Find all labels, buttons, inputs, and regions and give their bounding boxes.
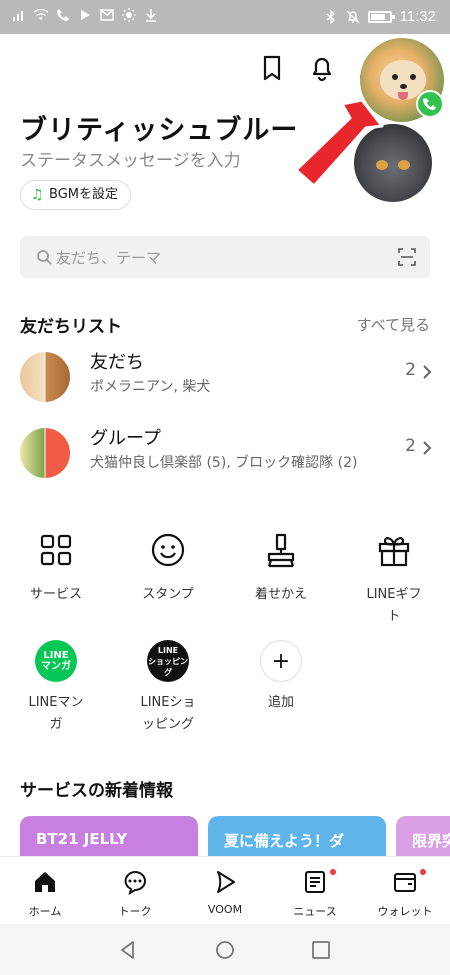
news-card-title: 限界突: [412, 832, 450, 850]
system-nav-bar: [0, 924, 450, 975]
play-icon: [81, 10, 90, 20]
service-label: LINEギフト: [366, 587, 422, 624]
status-icons-left: [12, 8, 158, 22]
home-nav-icon[interactable]: [215, 940, 235, 960]
service-label: スタンプ: [142, 587, 194, 602]
search-icon: [37, 250, 52, 265]
notification-dot: [330, 869, 336, 875]
groups-thumbnail: [20, 428, 70, 478]
news-card[interactable]: 限界突: [396, 816, 450, 856]
phone-call-icon: [423, 98, 436, 110]
chat-icon: [124, 870, 146, 896]
list-item-count: 2: [405, 360, 416, 380]
battery-icon: [367, 10, 395, 23]
mail-icon: [100, 9, 114, 21]
bgm-button[interactable]: ♫ BGMを設定: [20, 180, 131, 210]
status-bar: 11:32: [0, 0, 450, 34]
service-line-manga[interactable]: LINE マンガ LINEマンガ: [6, 640, 106, 736]
list-item-title: グループ: [90, 428, 161, 449]
gift-icon: [378, 537, 410, 567]
news-cards: BT21 JELLY 夏に備えよう！ダ 限界突: [20, 816, 450, 856]
phone-icon: [57, 9, 69, 21]
tab-wallet[interactable]: ウォレット: [360, 857, 450, 924]
chevron-right-icon: [423, 441, 432, 455]
tab-label: VOOM: [207, 903, 243, 916]
line-shopping-badge: LINE ショッピング: [148, 645, 188, 677]
list-item-count: 2: [405, 436, 416, 456]
bell-icon[interactable]: [308, 54, 336, 82]
news-card[interactable]: BT21 JELLY: [20, 816, 198, 856]
service-label: サービス: [29, 587, 82, 602]
tab-home[interactable]: ホーム: [0, 857, 90, 924]
news-icon: [305, 871, 325, 893]
service-label: 着せかえ: [254, 587, 307, 602]
status-time: 11:32: [399, 8, 436, 25]
recents-icon[interactable]: [311, 940, 331, 960]
bgm-button-label: BGMを設定: [49, 187, 118, 202]
avatar-eye: [410, 74, 416, 80]
service-label: LINEマンガ: [28, 695, 84, 732]
service-services[interactable]: サービス: [6, 530, 106, 606]
see-all-link[interactable]: すべて見る: [357, 314, 430, 335]
chevron-right-icon: [423, 365, 432, 379]
service-add[interactable]: + 追加: [231, 640, 331, 714]
list-item-title: 友だち: [90, 352, 144, 373]
service-themes[interactable]: 着せかえ: [231, 530, 331, 606]
service-line-shopping[interactable]: LINE ショッピング LINEショッピング: [118, 640, 218, 736]
download-icon: [146, 9, 156, 22]
call-badge[interactable]: [416, 90, 444, 118]
signal-icon: [13, 11, 25, 21]
service-label: LINEショッピング: [140, 695, 196, 732]
list-item-subtitle: ポメラニアン, 柴犬: [90, 379, 211, 395]
service-label: 追加: [267, 695, 294, 710]
profile-name[interactable]: ブリティッシュブルー: [20, 108, 298, 147]
music-note-icon: ♫: [31, 187, 44, 203]
news-card-title: BT21 JELLY: [36, 830, 128, 848]
status-message[interactable]: ステータスメッセージを入力: [20, 146, 241, 171]
friends-section-title: 友だちリスト: [20, 317, 122, 337]
brush-icon: [267, 533, 295, 568]
bottom-tab-bar: ホーム トーク VOOM ニュース ウォレット: [0, 856, 450, 924]
service-stamps[interactable]: スタンプ: [118, 530, 218, 606]
tab-label: トーク: [118, 905, 152, 918]
line-shopping-icon: LINE ショッピング: [147, 640, 189, 682]
brightness-icon: [122, 8, 136, 22]
back-icon[interactable]: [118, 940, 138, 960]
tab-label: ニュース: [293, 905, 337, 918]
tab-news[interactable]: ニュース: [270, 857, 360, 924]
red-arrow-icon: [294, 98, 384, 188]
list-item-subtitle: 犬猫仲良し倶楽部 (5), ブロック確認隊 (2): [90, 455, 358, 471]
wifi-icon: [34, 9, 48, 20]
tab-label: ウォレット: [377, 905, 433, 918]
grid-icon: [40, 534, 72, 566]
service-line-gift[interactable]: LINEギフト: [344, 530, 444, 628]
bookmark-icon[interactable]: [258, 54, 286, 82]
mute-bell-icon: [346, 10, 360, 23]
search-bar[interactable]: 友だち、テーマ: [20, 236, 430, 278]
tab-talk[interactable]: トーク: [90, 857, 180, 924]
avatar-eye: [398, 160, 410, 170]
tab-label: ホーム: [28, 905, 62, 918]
line-manga-badge: LINE マンガ: [41, 650, 71, 672]
avatar-eye: [392, 74, 398, 80]
news-card[interactable]: 夏に備えよう！ダ: [208, 816, 386, 856]
friends-thumbnail: [20, 352, 70, 402]
list-item-friends[interactable]: 友だち ポメラニアン, 柴犬 2: [0, 342, 450, 406]
notification-dot: [420, 869, 426, 875]
news-section-title: サービスの新着情報: [20, 781, 173, 801]
bluetooth-icon: [326, 9, 335, 24]
tab-voom[interactable]: VOOM: [180, 857, 270, 924]
news-card-title: 夏に備えよう！ダ: [224, 832, 345, 850]
home-icon: [35, 872, 55, 892]
plus-icon: +: [260, 640, 302, 682]
smiley-icon: [151, 533, 185, 567]
line-manga-icon: LINE マンガ: [35, 640, 77, 682]
list-item-groups[interactable]: グループ 犬猫仲良し倶楽部 (5), ブロック確認隊 (2) 2: [0, 418, 450, 482]
qr-scan-icon[interactable]: [398, 248, 416, 266]
wallet-icon: [394, 873, 416, 892]
voom-icon: [217, 871, 235, 893]
status-icons-right: 11:32: [324, 8, 436, 25]
search-placeholder: 友だち、テーマ: [56, 249, 162, 267]
avatar-nose: [400, 84, 407, 89]
